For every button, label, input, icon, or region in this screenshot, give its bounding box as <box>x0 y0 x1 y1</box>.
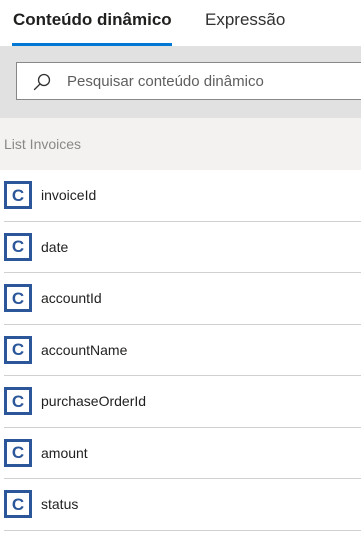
item-label: status <box>41 496 79 512</box>
connector-icon: C <box>4 284 32 312</box>
item-label: purchaseOrderId <box>41 393 147 409</box>
connector-icon: C <box>4 232 32 261</box>
search-input[interactable] <box>67 63 357 99</box>
search-area <box>0 46 361 118</box>
list-item-amount[interactable]: C amount <box>4 428 361 479</box>
section-title: List Invoices <box>4 136 82 152</box>
item-label: date <box>41 238 69 255</box>
item-label: accountId <box>41 290 102 306</box>
connector-icon-letter: C <box>7 441 29 464</box>
connector-icon-letter: C <box>7 287 29 309</box>
connector-icon: C <box>4 387 32 415</box>
item-label: amount <box>41 444 88 461</box>
connector-icon: C <box>4 490 32 518</box>
dynamic-content-list: C invoiceId C date C accountId C account… <box>0 170 361 531</box>
tab-dynamic-content[interactable]: Conteúdo dinâmico <box>13 10 172 30</box>
item-label: invoiceId <box>41 187 97 203</box>
connector-icon: C <box>4 335 32 364</box>
search-icon <box>33 73 51 91</box>
list-item-date[interactable]: C date <box>4 222 361 273</box>
list-item-invoiceid[interactable]: C invoiceId <box>4 170 361 222</box>
tab-expression[interactable]: Expressão <box>205 10 285 30</box>
item-label: accountName <box>41 341 128 358</box>
list-item-accountid[interactable]: C accountId <box>4 273 361 325</box>
list-item-accountname[interactable]: C accountName <box>4 325 361 376</box>
search-box[interactable] <box>16 62 361 100</box>
connector-icon: C <box>4 438 32 467</box>
list-item-status[interactable]: C status <box>4 479 361 531</box>
dynamic-content-panel: Conteúdo dinâmico Expressão List Invoice… <box>0 0 361 539</box>
section-header[interactable]: List Invoices <box>0 118 361 170</box>
connector-icon: C <box>4 181 32 209</box>
connector-icon-letter: C <box>7 493 29 515</box>
tab-bar: Conteúdo dinâmico Expressão <box>0 0 361 46</box>
connector-icon-letter: C <box>7 390 29 412</box>
connector-icon-letter: C <box>7 184 29 206</box>
connector-icon-letter: C <box>7 235 29 258</box>
connector-icon-letter: C <box>7 338 29 361</box>
list-item-purchaseorderid[interactable]: C purchaseOrderId <box>4 376 361 428</box>
